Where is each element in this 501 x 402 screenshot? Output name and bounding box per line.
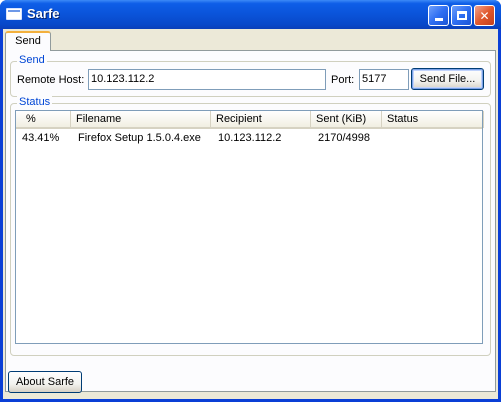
table-row[interactable]: 43.41% Firefox Setup 1.5.0.4.exe 10.123.… bbox=[16, 130, 482, 146]
port-label: Port: bbox=[331, 74, 355, 86]
column-header-percent[interactable]: % bbox=[16, 111, 71, 128]
send-file-button[interactable]: Send File... bbox=[411, 68, 484, 90]
close-button[interactable]: ✕ bbox=[474, 5, 495, 26]
window-title: Sarfe bbox=[27, 6, 60, 21]
column-header-status[interactable]: Status bbox=[382, 111, 484, 128]
cell-sent: 2170/4998 bbox=[318, 132, 370, 144]
title-bar[interactable]: Sarfe ✕ bbox=[0, 0, 501, 29]
cell-recipient: 10.123.112.2 bbox=[218, 132, 282, 144]
list-header: % Filename Recipient Sent (KiB) Status bbox=[16, 111, 484, 129]
port-input[interactable]: 5177 bbox=[359, 69, 409, 90]
status-group-title: Status bbox=[17, 96, 53, 108]
cell-filename: Firefox Setup 1.5.0.4.exe bbox=[78, 132, 201, 144]
column-header-recipient[interactable]: Recipient bbox=[211, 111, 311, 128]
window-app-icon bbox=[6, 8, 22, 20]
send-tab-panel: Send Remote Host: 10.123.112.2 Port: 517… bbox=[5, 50, 496, 392]
transfer-list[interactable]: % Filename Recipient Sent (KiB) Status 4… bbox=[15, 110, 484, 344]
minimize-button[interactable] bbox=[428, 5, 449, 26]
remote-host-input[interactable]: 10.123.112.2 bbox=[88, 69, 326, 90]
maximize-button[interactable] bbox=[451, 5, 472, 26]
status-groupbox: Status % Filename Recipient Sent (KiB) S… bbox=[10, 96, 491, 356]
about-button[interactable]: About Sarfe bbox=[8, 371, 82, 393]
send-groupbox: Send Remote Host: 10.123.112.2 Port: 517… bbox=[10, 54, 491, 97]
maximize-icon bbox=[456, 11, 467, 20]
cell-percent: 43.41% bbox=[22, 132, 60, 144]
client-area: Send Send Remote Host: 10.123.112.2 Port… bbox=[3, 29, 498, 399]
column-header-sent[interactable]: Sent (KiB) bbox=[311, 111, 382, 128]
column-header-filename[interactable]: Filename bbox=[71, 111, 211, 128]
send-group-title: Send bbox=[17, 54, 47, 66]
app-window: Sarfe ✕ Send Send Remote Host: 10.123.11… bbox=[0, 0, 501, 402]
minimize-icon bbox=[434, 18, 443, 21]
tab-send[interactable]: Send bbox=[5, 31, 51, 51]
remote-host-label: Remote Host: bbox=[17, 74, 85, 86]
close-icon: ✕ bbox=[479, 8, 490, 23]
